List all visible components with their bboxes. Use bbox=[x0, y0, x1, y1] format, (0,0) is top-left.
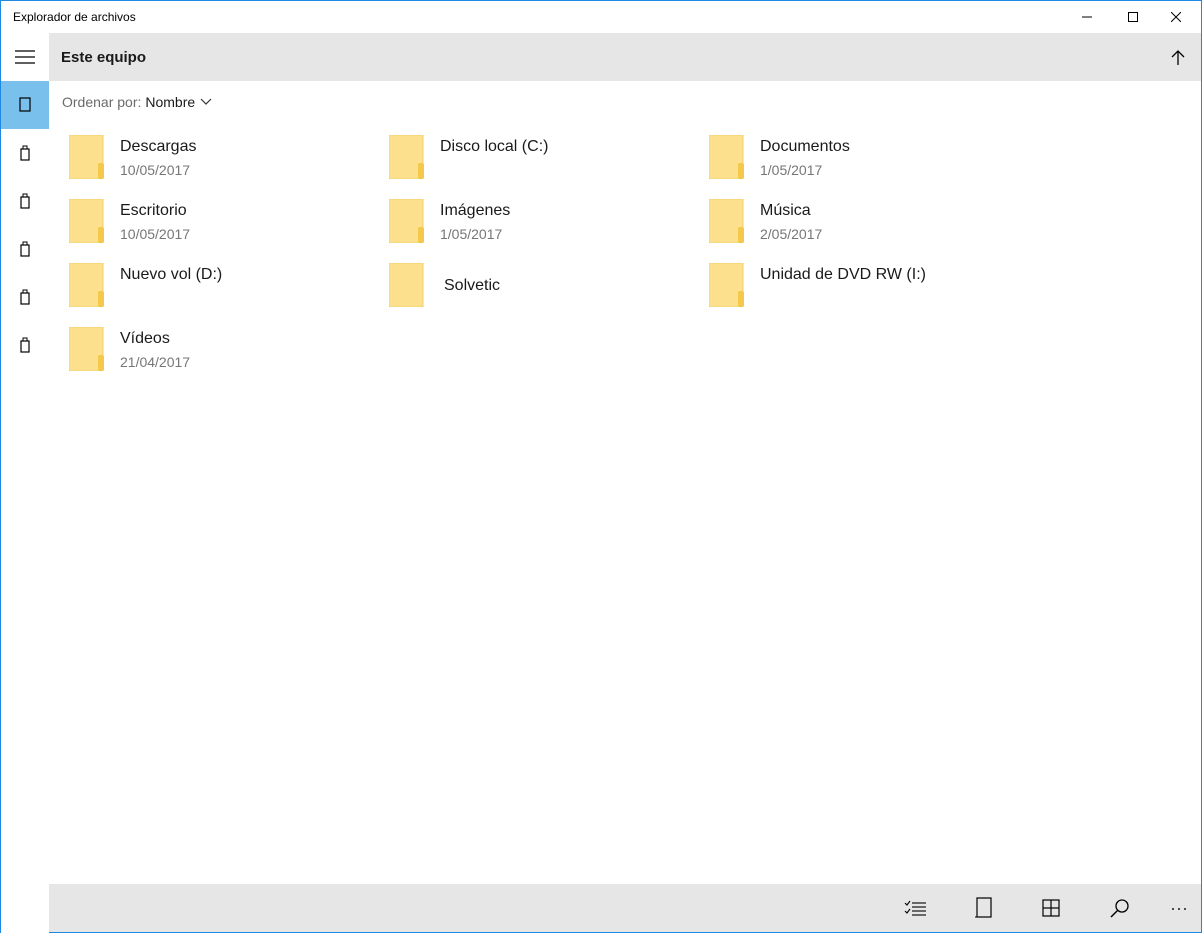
folder-icon bbox=[69, 199, 104, 243]
sort-label: Ordenar por: bbox=[62, 94, 142, 110]
folder-name: Escritorio bbox=[120, 202, 187, 219]
folder-icon bbox=[69, 327, 104, 371]
folder-name: Imágenes bbox=[440, 202, 511, 219]
chevron-down-icon bbox=[200, 98, 212, 105]
folder-name: Vídeos bbox=[120, 330, 170, 347]
location-header: Este equipo bbox=[49, 33, 1201, 81]
folder-date: 10/05/2017 bbox=[120, 162, 191, 178]
sort-value: Nombre bbox=[145, 94, 196, 110]
arrow-up-icon bbox=[1171, 50, 1185, 65]
folder-date: 21/04/2017 bbox=[120, 354, 191, 370]
folder-icon bbox=[709, 135, 744, 179]
maximize-icon bbox=[1128, 12, 1138, 22]
folder-name: Música bbox=[760, 202, 811, 219]
folder-name: Nuevo vol (D:) bbox=[120, 266, 223, 283]
search-button[interactable] bbox=[1105, 893, 1135, 923]
select-list-icon bbox=[904, 900, 926, 916]
usb-drive-icon bbox=[20, 337, 30, 353]
folder-icon bbox=[709, 199, 744, 243]
usb-drive-icon bbox=[20, 193, 30, 209]
grid-view-icon bbox=[1042, 899, 1060, 917]
folder-item[interactable]: Nuevo vol (D:) bbox=[69, 261, 369, 317]
folder-item[interactable]: Vídeos 21/04/2017 bbox=[69, 325, 369, 381]
folder-icon bbox=[389, 135, 424, 179]
folder-name: Descargas bbox=[120, 138, 197, 155]
view-button[interactable] bbox=[1036, 893, 1066, 923]
sort-dropdown[interactable]: Ordenar por: Nombre bbox=[62, 94, 213, 110]
rail-item-drive-5[interactable] bbox=[1, 321, 49, 369]
folder-item[interactable]: Unidad de DVD RW (I:) bbox=[709, 261, 1009, 317]
bottom-app-bar: ··· bbox=[49, 884, 1201, 932]
folder-icon bbox=[69, 263, 104, 307]
maximize-button[interactable] bbox=[1110, 1, 1156, 33]
usb-drive-icon bbox=[20, 145, 30, 161]
close-button[interactable] bbox=[1153, 1, 1199, 33]
folder-item[interactable]: Escritorio 10/05/2017 bbox=[69, 197, 369, 253]
folder-name: Unidad de DVD RW (I:) bbox=[760, 266, 926, 283]
folder-item[interactable]: Música 2/05/2017 bbox=[709, 197, 1009, 253]
folder-date: 10/05/2017 bbox=[120, 226, 191, 242]
hamburger-icon bbox=[15, 50, 35, 64]
folder-date: 2/05/2017 bbox=[760, 226, 823, 242]
search-icon bbox=[1110, 899, 1129, 918]
folder-item[interactable]: Solvetic bbox=[389, 261, 689, 317]
minimize-icon bbox=[1082, 16, 1092, 18]
left-rail bbox=[1, 33, 49, 933]
rail-item-drive-2[interactable] bbox=[1, 177, 49, 225]
rail-item-drive-4[interactable] bbox=[1, 273, 49, 321]
rail-item-drive-1[interactable] bbox=[1, 129, 49, 177]
window-title: Explorador de archivos bbox=[13, 10, 136, 24]
tablet-icon bbox=[975, 897, 992, 918]
up-button[interactable] bbox=[1163, 43, 1193, 73]
folder-date: 1/05/2017 bbox=[440, 226, 503, 242]
usb-drive-icon bbox=[20, 241, 30, 257]
title-bar: Explorador de archivos bbox=[1, 1, 1201, 33]
select-button[interactable] bbox=[900, 893, 930, 923]
more-button[interactable]: ··· bbox=[1159, 888, 1199, 928]
folder-icon bbox=[69, 135, 104, 179]
page-title: Este equipo bbox=[61, 49, 147, 66]
rail-item-this-pc[interactable] bbox=[1, 81, 49, 129]
folder-name: Disco local (C:) bbox=[440, 138, 549, 155]
folder-date: 1/05/2017 bbox=[760, 162, 823, 178]
folder-name: Solvetic bbox=[444, 277, 501, 294]
folder-icon bbox=[389, 199, 424, 243]
minimize-button[interactable] bbox=[1064, 1, 1110, 33]
usb-drive-icon bbox=[20, 289, 30, 305]
folder-item[interactable]: Disco local (C:) bbox=[389, 133, 689, 189]
folder-item[interactable]: Descargas 10/05/2017 bbox=[69, 133, 369, 189]
folder-item[interactable]: Documentos 1/05/2017 bbox=[709, 133, 1009, 189]
app-window: Explorador de archivos Este equipo Orden… bbox=[0, 0, 1202, 933]
tablet-icon bbox=[19, 97, 31, 112]
hamburger-menu-button[interactable] bbox=[1, 33, 49, 81]
folder-item[interactable]: Imágenes 1/05/2017 bbox=[389, 197, 689, 253]
rail-item-drive-3[interactable] bbox=[1, 225, 49, 273]
this-pc-button[interactable] bbox=[969, 893, 999, 923]
folder-icon bbox=[389, 263, 424, 307]
close-icon bbox=[1171, 12, 1181, 22]
folder-icon bbox=[709, 263, 744, 307]
folder-name: Documentos bbox=[760, 138, 850, 155]
